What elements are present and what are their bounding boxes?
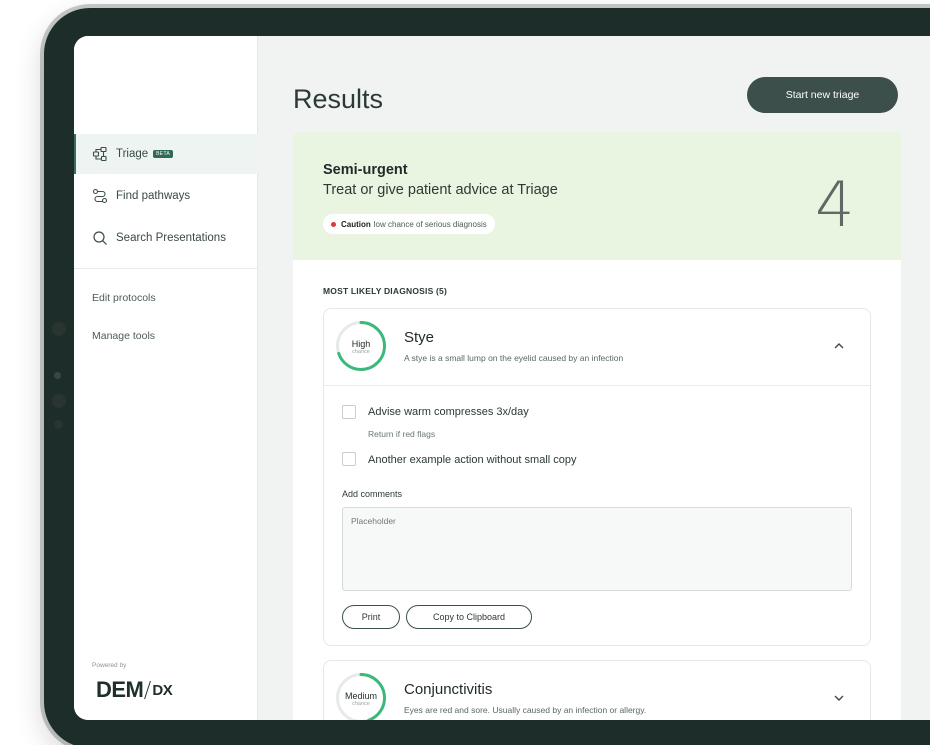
action-small-copy: Return if red flags <box>368 429 436 439</box>
beta-badge: BETA <box>153 150 174 158</box>
results-card: Semi-urgent Treat or give patient advice… <box>293 132 901 720</box>
diagnosis-header-conjunctivitis[interactable]: Medium chance Conjunctivitis Eyes are re… <box>324 661 870 720</box>
chevron-down-icon[interactable] <box>832 691 846 705</box>
action-checkbox[interactable] <box>342 452 356 466</box>
sidebar-divider <box>74 268 258 269</box>
logo-sub-text: DX <box>152 682 173 699</box>
urgency-title: Semi-urgent <box>323 162 408 178</box>
diagnosis-description: A stye is a small lump on the eyelid cau… <box>404 353 624 363</box>
urgency-level-number: 4 <box>815 168 855 241</box>
powered-by-label: Powered by <box>92 662 127 669</box>
diagnosis-section-header: MOST LIKELY DIAGNOSIS (5) <box>323 286 448 296</box>
sensor-dot <box>54 372 61 379</box>
diagnosis-name: Stye <box>404 329 435 346</box>
urgency-banner: Semi-urgent Treat or give patient advice… <box>293 132 901 260</box>
diagnosis-card-stye: High chance Stye A stye is a small lump … <box>323 308 871 646</box>
pathways-icon <box>92 188 108 204</box>
action-label: Advise warm compresses 3x/day <box>368 406 529 418</box>
diagnosis-name: Conjunctivitis <box>404 681 493 698</box>
logo-main-text: DEM <box>96 677 144 702</box>
app-screen: Triage BETA Find pathways Search Present… <box>74 36 930 720</box>
sidebar-item-search-presentations[interactable]: Search Presentations <box>74 218 258 258</box>
start-new-triage-button[interactable]: Start new triage <box>747 77 898 113</box>
caution-text: low chance of serious diagnosis <box>373 219 487 229</box>
dem-dx-logo: DEM DX <box>96 677 173 703</box>
urgency-subtitle: Treat or give patient advice at Triage <box>323 182 558 198</box>
chance-indicator: High chance <box>336 321 386 371</box>
caution-label: Caution <box>341 219 371 229</box>
stage: Triage BETA Find pathways Search Present… <box>0 0 930 745</box>
sidebar-item-label: Find pathways <box>116 190 191 202</box>
card-divider <box>324 385 870 386</box>
sidebar-item-label: Triage <box>116 148 149 160</box>
chevron-up-icon[interactable] <box>832 339 846 353</box>
search-icon <box>92 230 108 246</box>
chance-indicator: Medium chance <box>336 673 386 720</box>
diagnosis-header-stye[interactable]: High chance Stye A stye is a small lump … <box>324 309 870 385</box>
chance-ring <box>336 321 386 371</box>
sidebar-item-triage[interactable]: Triage BETA <box>74 134 258 174</box>
page-title: Results <box>293 84 384 114</box>
sensor-dot <box>54 420 63 429</box>
caution-badge: Caution low chance of serious diagnosis <box>323 214 495 234</box>
comments-textarea[interactable] <box>342 507 852 591</box>
manage-tools-link[interactable]: Manage tools <box>92 330 155 342</box>
action-label: Another example action without small cop… <box>368 454 577 466</box>
diagnosis-description: Eyes are red and sore. Usually caused by… <box>404 705 647 715</box>
edit-protocols-link[interactable]: Edit protocols <box>92 292 156 304</box>
print-button[interactable]: Print <box>342 605 400 629</box>
sidebar-item-label: Search Presentations <box>116 232 226 244</box>
sidebar-item-find-pathways[interactable]: Find pathways <box>74 176 258 216</box>
triage-icon <box>92 146 108 162</box>
camera-dot <box>52 322 66 336</box>
chance-ring <box>336 673 386 720</box>
copy-to-clipboard-button[interactable]: Copy to Clipboard <box>406 605 532 629</box>
diagnosis-card-conjunctivitis: Medium chance Conjunctivitis Eyes are re… <box>323 660 871 720</box>
caution-dot-icon <box>331 221 336 227</box>
sidebar: Triage BETA Find pathways Search Present… <box>74 36 258 720</box>
logo-separator <box>144 681 152 699</box>
camera-dot <box>52 394 66 408</box>
add-comments-label: Add comments <box>342 489 403 499</box>
action-checkbox[interactable] <box>342 405 356 419</box>
